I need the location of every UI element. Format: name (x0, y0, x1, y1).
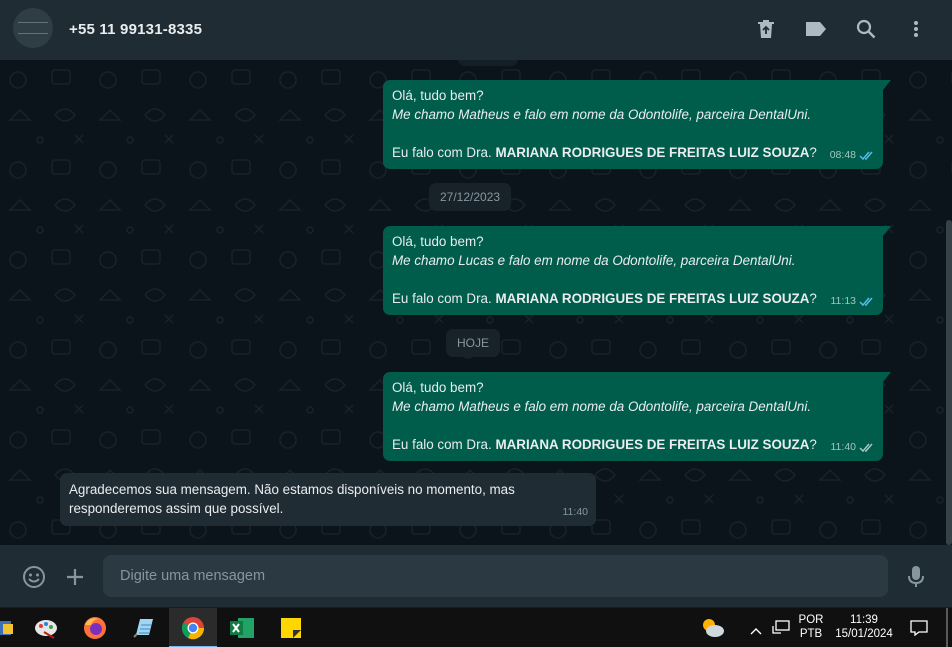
message-bubble-incoming[interactable]: Agradecemos sua mensagem. Não estamos di… (60, 473, 596, 526)
chat-panel[interactable]: Olá, tudo bem? Me chamo Matheus e falo e… (0, 60, 952, 545)
chat-header: +55 11 99131-8335 (0, 0, 952, 60)
message-text: Eu falo com Dra. (392, 145, 496, 160)
contact-name[interactable]: +55 11 99131-8335 (69, 21, 202, 38)
contact-full-name: MARIANA RODRIGUES DE FREITAS LUIZ SOUZA (495, 437, 810, 452)
message-text: ? (809, 437, 817, 452)
chevron-up-icon[interactable] (750, 622, 762, 640)
sticky-notes-icon[interactable] (267, 608, 315, 647)
keyboard-layout: PTB (799, 628, 823, 640)
message-time: 11:40 (830, 441, 857, 453)
message-time: 11:40 (562, 506, 589, 518)
chat-scrollbar[interactable] (946, 220, 952, 545)
excel-icon[interactable] (218, 608, 266, 647)
date-separator-partial (458, 60, 518, 66)
message-line: Me chamo Lucas e falo em nome da Odontol… (392, 253, 796, 268)
message-line: Eu falo com Dra. MARIANA RODRIGUES DE FR… (392, 143, 874, 162)
firefox-icon[interactable] (71, 608, 119, 647)
message-line: Olá, tudo bem? (392, 234, 484, 249)
avatar-logo (18, 22, 48, 34)
message-line: Eu falo com Dra. MARIANA RODRIGUES DE FR… (392, 289, 874, 308)
microphone-icon[interactable] (903, 564, 929, 590)
message-time: 08:48 (829, 149, 856, 161)
message-text: Eu falo com Dra. (392, 291, 496, 306)
message-line: Olá, tudo bem? (392, 88, 484, 103)
message-line: Me chamo Matheus e falo em nome da Odont… (392, 107, 812, 122)
contact-full-name: MARIANA RODRIGUES DE FREITAS LUIZ SOUZA (495, 291, 810, 306)
notifications-icon[interactable] (910, 620, 928, 641)
paint-icon[interactable] (22, 608, 70, 647)
message-bubble-outgoing[interactable]: Olá, tudo bem? Me chamo Lucas e falo em … (383, 226, 891, 315)
language-indicator[interactable]: POR PTB (796, 613, 826, 641)
clock-time: 11:39 (850, 614, 878, 626)
show-desktop-button[interactable] (946, 608, 948, 647)
windows-taskbar: POR PTB 11:39 15/01/2024 (0, 607, 952, 647)
read-ticks-icon (859, 297, 873, 306)
contact-avatar[interactable] (13, 8, 53, 48)
message-meta: 11:13 (831, 292, 876, 311)
message-input[interactable] (103, 555, 888, 597)
notepad-icon[interactable] (120, 608, 168, 647)
message-text: Agradecemos sua mensagem. Não estamos di… (69, 482, 515, 516)
message-text: Eu falo com Dra. (392, 437, 496, 452)
date-separator: 27/12/2023 (429, 183, 512, 211)
language-code: POR (798, 614, 824, 626)
message-text: ? (809, 291, 817, 306)
search-icon[interactable] (855, 18, 877, 40)
attach-plus-icon[interactable] (62, 564, 88, 590)
label-icon[interactable] (805, 18, 827, 40)
contact-full-name: MARIANA RODRIGUES DE FREITAS LUIZ SOUZA (495, 145, 810, 160)
whatsapp-window: +55 11 99131-8335 Olá, tudo bem? Me cham… (0, 0, 952, 647)
message-meta: 11:40 (831, 438, 876, 457)
system-clock[interactable]: 11:39 15/01/2024 (830, 613, 898, 641)
message-text: ? (809, 145, 817, 160)
message-line: Olá, tudo bem? (392, 380, 484, 395)
archive-icon[interactable] (755, 18, 777, 40)
date-separator: HOJE (446, 329, 501, 357)
message-meta: 08:48 (830, 146, 875, 165)
network-icon[interactable] (772, 620, 790, 641)
message-line: Eu falo com Dra. MARIANA RODRIGUES DE FR… (392, 435, 874, 454)
chrome-icon[interactable] (169, 608, 217, 647)
read-ticks-icon (859, 151, 873, 160)
message-bubble-outgoing[interactable]: Olá, tudo bem? Me chamo Matheus e falo e… (383, 80, 891, 169)
weather-icon[interactable] (700, 616, 726, 645)
emoji-icon[interactable] (21, 564, 47, 590)
message-line: Me chamo Matheus e falo em nome da Odont… (392, 399, 812, 414)
menu-dots-icon[interactable] (905, 18, 927, 40)
message-bubble-outgoing[interactable]: Olá, tudo bem? Me chamo Matheus e falo e… (383, 372, 891, 461)
delivered-ticks-icon (859, 443, 873, 452)
clock-date: 15/01/2024 (835, 628, 893, 640)
message-time: 11:13 (830, 295, 857, 307)
message-composer (0, 545, 952, 607)
